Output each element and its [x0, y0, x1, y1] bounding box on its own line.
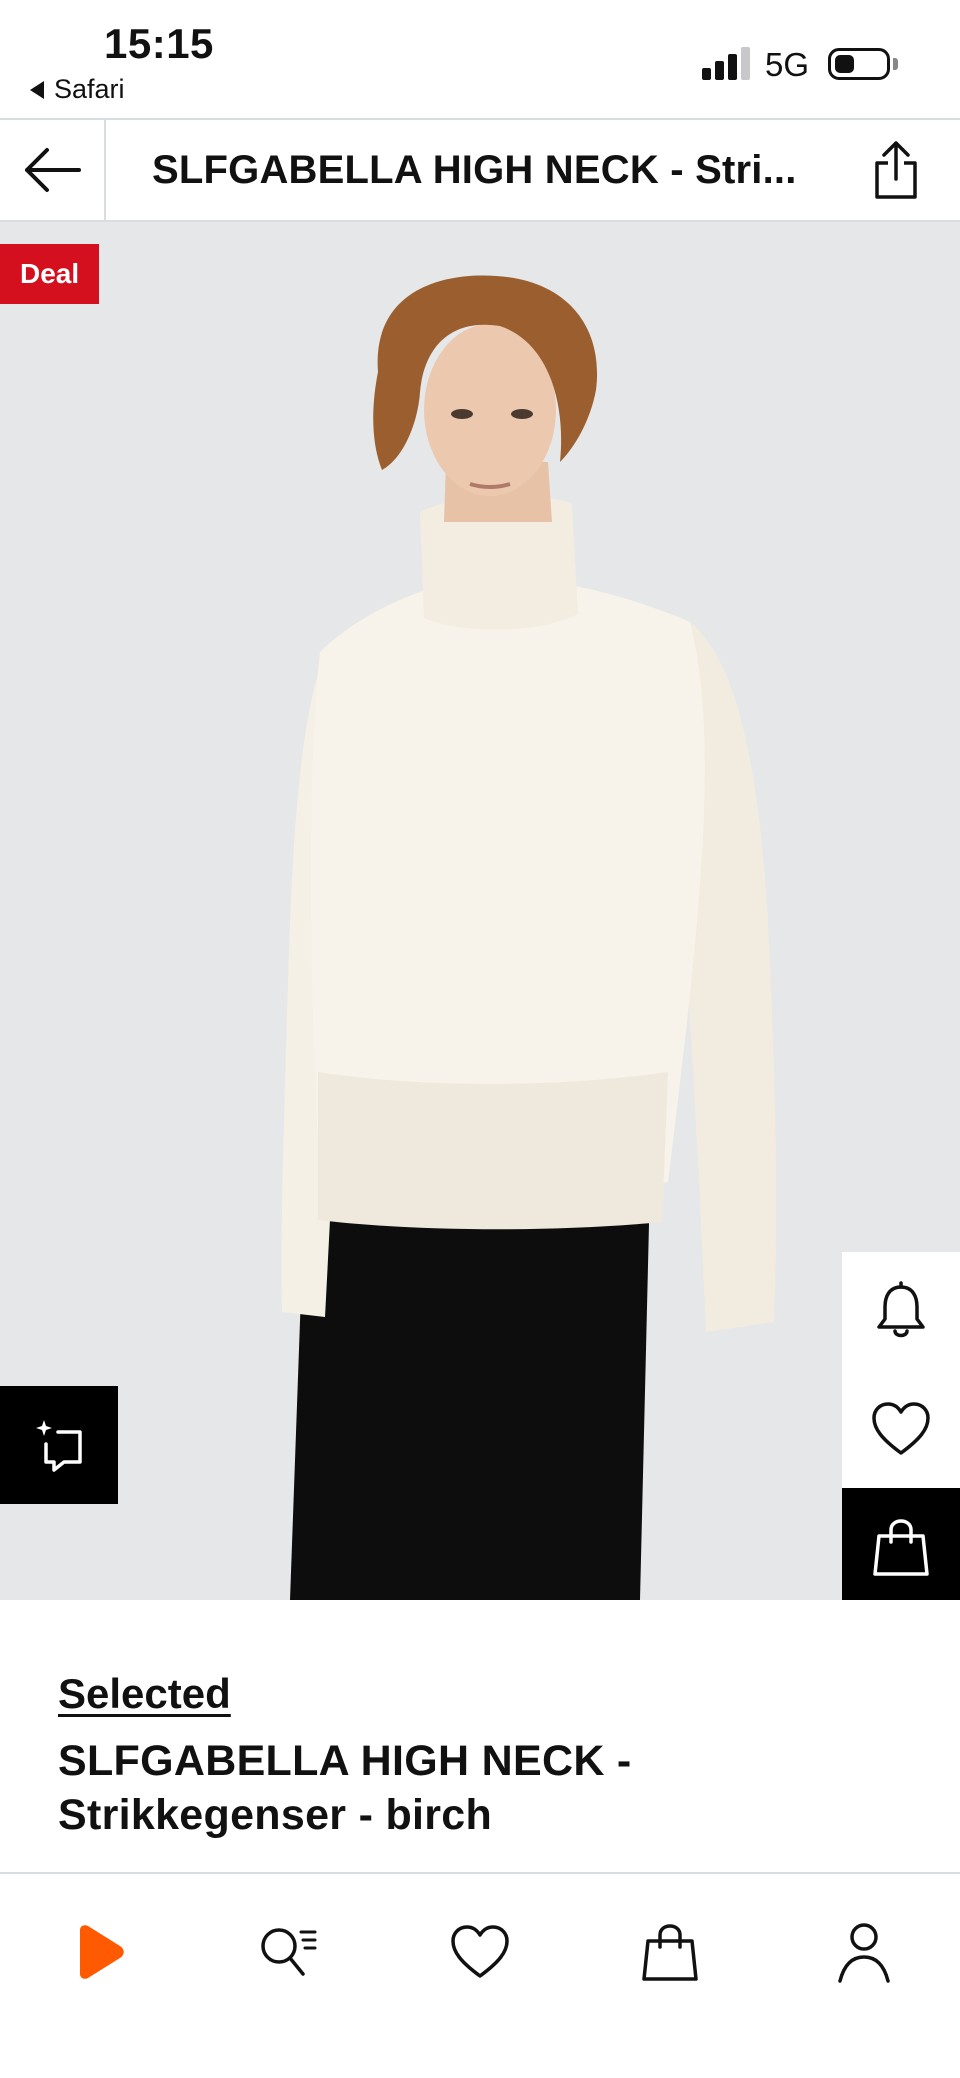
- shopping-bag-icon: [873, 1519, 929, 1576]
- product-name-line-2: Strikkegenser - birch: [58, 1791, 493, 1839]
- tab-account[interactable]: [816, 1904, 912, 2000]
- status-bar: 15:15 Safari 5G: [0, 0, 960, 118]
- bell-icon: [877, 1281, 925, 1338]
- share-icon: [875, 141, 917, 199]
- arrow-left-icon: [25, 148, 81, 192]
- tab-home[interactable]: [50, 1904, 146, 2000]
- wishlist-button[interactable]: [842, 1370, 960, 1488]
- share-button[interactable]: [864, 134, 928, 206]
- product-name: SLFGABELLA HIGH NECK - Strikkegenser - b…: [58, 1734, 878, 1842]
- back-caret-icon: [30, 80, 44, 99]
- battery-cap: [893, 58, 898, 70]
- heart-icon: [872, 1402, 930, 1455]
- user-icon: [838, 1923, 890, 1983]
- header-bar: SLFGABELLA HIGH NECK - Stri...: [0, 118, 960, 222]
- search-icon: [261, 1928, 317, 1976]
- back-app-label: Safari: [54, 74, 125, 104]
- bottom-tab-bar: [0, 1872, 960, 2078]
- add-to-bag-button[interactable]: [842, 1488, 960, 1600]
- deal-badge: Deal: [0, 244, 100, 304]
- similar-items-button[interactable]: [0, 1386, 118, 1504]
- tab-bag[interactable]: [622, 1904, 718, 2000]
- product-image[interactable]: Deal: [0, 222, 960, 1600]
- signal-strength-icon: [702, 46, 752, 80]
- back-to-app-button[interactable]: Safari: [30, 74, 125, 105]
- product-info: Selected SLFGABELLA HIGH NECK - Strikkeg…: [0, 1600, 960, 1872]
- product-name-line-1: SLFGABELLA HIGH NECK -: [58, 1737, 632, 1785]
- heart-icon: [451, 1925, 509, 1978]
- shopping-bag-icon: [642, 1924, 698, 1981]
- product-side-actions: [842, 1252, 960, 1600]
- tab-wishlist[interactable]: [432, 1904, 528, 2000]
- battery-icon: [828, 48, 890, 80]
- product-photo: [0, 222, 960, 1600]
- back-button[interactable]: [0, 120, 106, 220]
- brand-link[interactable]: Selected: [58, 1670, 231, 1718]
- product-detail-page: 15:15 Safari 5G SLFGABELLA HIGH NECK - S…: [0, 0, 960, 2078]
- status-time: 15:15: [104, 20, 214, 67]
- network-type: 5G: [765, 46, 810, 83]
- notify-button[interactable]: [842, 1252, 960, 1370]
- play-logo-icon: [80, 1925, 124, 1979]
- tab-search[interactable]: [240, 1904, 336, 2000]
- page-title: SLFGABELLA HIGH NECK - Stri...: [152, 148, 797, 192]
- similar-items-icon: [36, 1420, 82, 1472]
